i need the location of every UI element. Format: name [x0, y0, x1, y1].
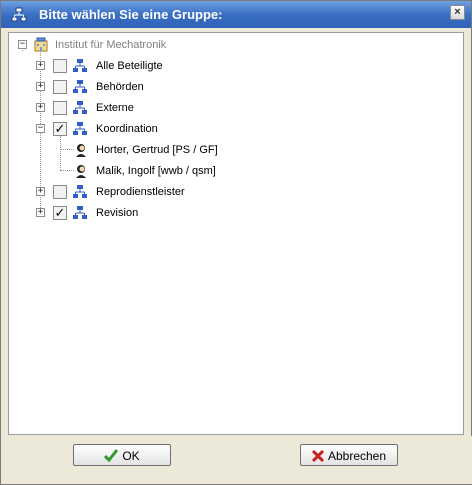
root-label: Institut für Mechatronik: [55, 39, 167, 51]
tree-node-koordination[interactable]: − ✓ Koordination: [9, 120, 465, 138]
node-checkbox[interactable]: [53, 80, 67, 94]
tree-node-behoerden[interactable]: + Behörden: [9, 78, 465, 96]
expand-toggle[interactable]: +: [36, 208, 45, 217]
checkmark-icon: [104, 449, 119, 463]
node-label: Horter, Gertrud [PS / GF]: [96, 144, 218, 156]
tree-node-alle-beteiligte[interactable]: + Alle Beteiligte: [9, 57, 465, 75]
ok-button[interactable]: OK: [73, 444, 171, 466]
cancel-button[interactable]: Abbrechen: [300, 444, 398, 466]
org-chart-icon: [73, 122, 87, 135]
checkmark-icon: ✓: [54, 205, 66, 220]
collapse-toggle[interactable]: −: [18, 40, 27, 49]
org-chart-icon: [73, 80, 87, 93]
building-icon: [34, 37, 48, 52]
node-label: Behörden: [96, 81, 144, 93]
node-label: Reprodienstleister: [96, 186, 185, 198]
person-icon: [76, 144, 86, 157]
plus-icon: +: [37, 60, 44, 70]
expand-toggle[interactable]: +: [36, 82, 45, 91]
group-select-dialog: Bitte wählen Sie eine Gruppe: × − Instit…: [0, 0, 472, 485]
node-label: Alle Beteiligte: [96, 60, 163, 72]
node-label: Externe: [96, 102, 134, 114]
tree-leaf-person[interactable]: Horter, Gertrud [PS / GF]: [9, 141, 465, 159]
minus-icon: −: [37, 123, 44, 133]
expand-toggle[interactable]: +: [36, 103, 45, 112]
node-label: Koordination: [96, 123, 158, 135]
close-button[interactable]: ×: [450, 5, 465, 20]
title-bar[interactable]: Bitte wählen Sie eine Gruppe: ×: [1, 1, 471, 28]
group-tree[interactable]: − Institut für Mechatronik + Alle Beteil…: [8, 32, 464, 435]
org-chart-icon: [73, 185, 87, 198]
node-checkbox[interactable]: ✓: [53, 206, 67, 220]
node-checkbox[interactable]: ✓: [53, 122, 67, 136]
ok-label: OK: [122, 448, 140, 463]
expand-toggle[interactable]: +: [36, 61, 45, 70]
tree-node-externe[interactable]: + Externe: [9, 99, 465, 117]
plus-icon: +: [37, 207, 44, 217]
node-checkbox[interactable]: [53, 185, 67, 199]
button-bar: OK Abbrechen: [2, 436, 472, 484]
plus-icon: +: [37, 102, 44, 112]
cancel-label: Abbrechen: [327, 448, 387, 463]
tree-leaf-person[interactable]: Malik, Ingolf [wwb / qsm]: [9, 162, 465, 180]
node-label: Malik, Ingolf [wwb / qsm]: [96, 165, 216, 177]
person-icon: [76, 165, 86, 178]
tree-node-revision[interactable]: + ✓ Revision: [9, 204, 465, 222]
minus-icon: −: [19, 39, 26, 49]
plus-icon: +: [37, 186, 44, 196]
node-label: Revision: [96, 207, 139, 219]
org-chart-icon: [73, 101, 87, 114]
close-icon: ×: [454, 6, 461, 18]
expand-toggle[interactable]: +: [36, 187, 45, 196]
checkmark-icon: ✓: [54, 121, 66, 136]
node-checkbox[interactable]: [53, 101, 67, 115]
org-chart-icon: [11, 7, 27, 22]
x-icon: [311, 449, 324, 462]
plus-icon: +: [37, 81, 44, 91]
collapse-toggle[interactable]: −: [36, 124, 45, 133]
org-chart-icon: [73, 59, 87, 72]
dialog-title: Bitte wählen Sie eine Gruppe:: [39, 7, 223, 22]
node-checkbox[interactable]: [53, 59, 67, 73]
tree-node-reprodienstleister[interactable]: + Reprodienstleister: [9, 183, 465, 201]
org-chart-icon: [73, 206, 87, 219]
tree-root[interactable]: − Institut für Mechatronik: [9, 36, 465, 54]
